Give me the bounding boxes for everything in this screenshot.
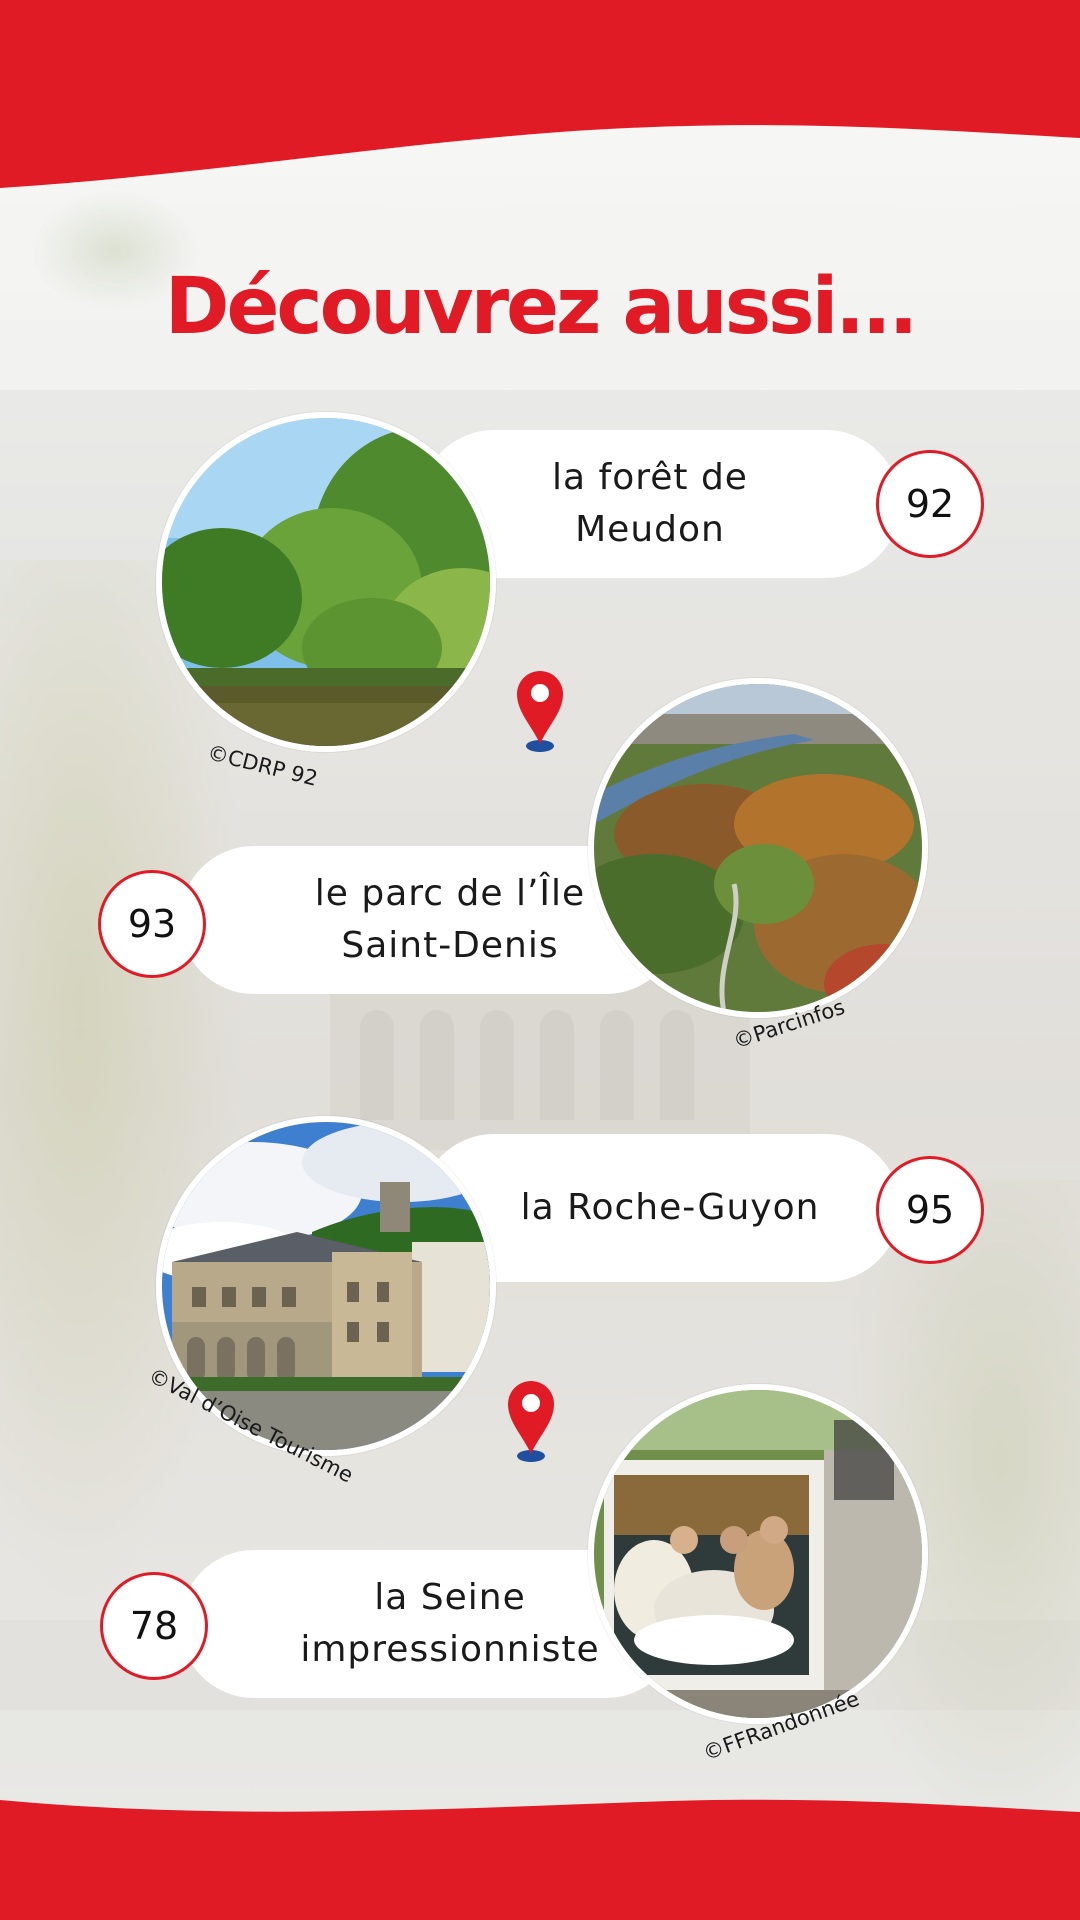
- place-name-line: le parc de l’Île: [314, 873, 586, 914]
- bottom-red-band: [0, 1799, 1080, 1920]
- place-photo-painting-panel: [588, 1384, 928, 1724]
- place-name-line: la Seine: [374, 1577, 526, 1618]
- map-pin-icon: [508, 1381, 554, 1462]
- map-pin-icon: [517, 671, 563, 752]
- place-photo-forest: [156, 412, 496, 752]
- place-photo-aerial-park: [588, 678, 928, 1018]
- department-number-badge: 93: [98, 870, 206, 978]
- place-name-line: Meudon: [575, 509, 725, 550]
- place-name-line: la forêt de: [552, 457, 748, 498]
- place-name-line: impressionniste: [300, 1629, 600, 1670]
- top-red-band: [0, 0, 1080, 188]
- page-title: Découvrez aussi...: [164, 262, 918, 352]
- department-number-badge: 92: [876, 450, 984, 558]
- place-name-line: Saint-Denis: [341, 925, 559, 966]
- department-number-badge: 78: [100, 1572, 208, 1680]
- department-number-badge: 95: [876, 1156, 984, 1264]
- place-name-line: la Roche-Guyon: [520, 1187, 820, 1228]
